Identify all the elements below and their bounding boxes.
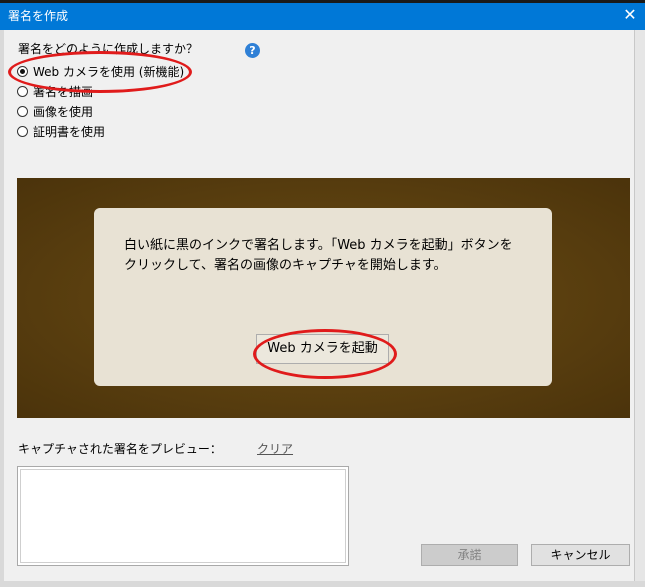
- radio-button[interactable]: [17, 105, 28, 117]
- highlight-ellipse-webcam-option: [8, 51, 192, 93]
- approve-button[interactable]: 承諾: [421, 544, 518, 566]
- window-frame-left: [0, 0, 4, 587]
- window-frame-bottom: [0, 581, 645, 587]
- help-icon[interactable]: ?: [245, 43, 260, 58]
- signature-preview-box: [17, 466, 349, 566]
- radio-button[interactable]: [17, 125, 28, 137]
- close-icon[interactable]: ✕: [615, 0, 645, 30]
- radio-button[interactable]: [17, 85, 28, 97]
- radio-certificate[interactable]: 証明書を使用: [17, 123, 105, 139]
- window-frame-right: [634, 0, 645, 587]
- window-title: 署名を作成: [8, 9, 69, 23]
- radio-image[interactable]: 画像を使用: [17, 103, 93, 119]
- radio-label-certificate: 証明書を使用: [33, 124, 106, 139]
- preview-label: キャプチャされた署名をプレビュー：: [18, 442, 222, 456]
- radio-label-image: 画像を使用: [33, 104, 94, 119]
- instruction-text: 白い紙に黒のインクで署名します。「Web カメラを起動」ボタンをクリックして、署…: [124, 238, 513, 273]
- title-bar: 署名を作成 ✕: [0, 0, 645, 30]
- window-frame-top: [0, 0, 645, 3]
- clear-link[interactable]: クリア: [257, 440, 293, 457]
- cancel-button[interactable]: キャンセル: [531, 544, 630, 566]
- highlight-ellipse-webcam-button: [253, 329, 397, 379]
